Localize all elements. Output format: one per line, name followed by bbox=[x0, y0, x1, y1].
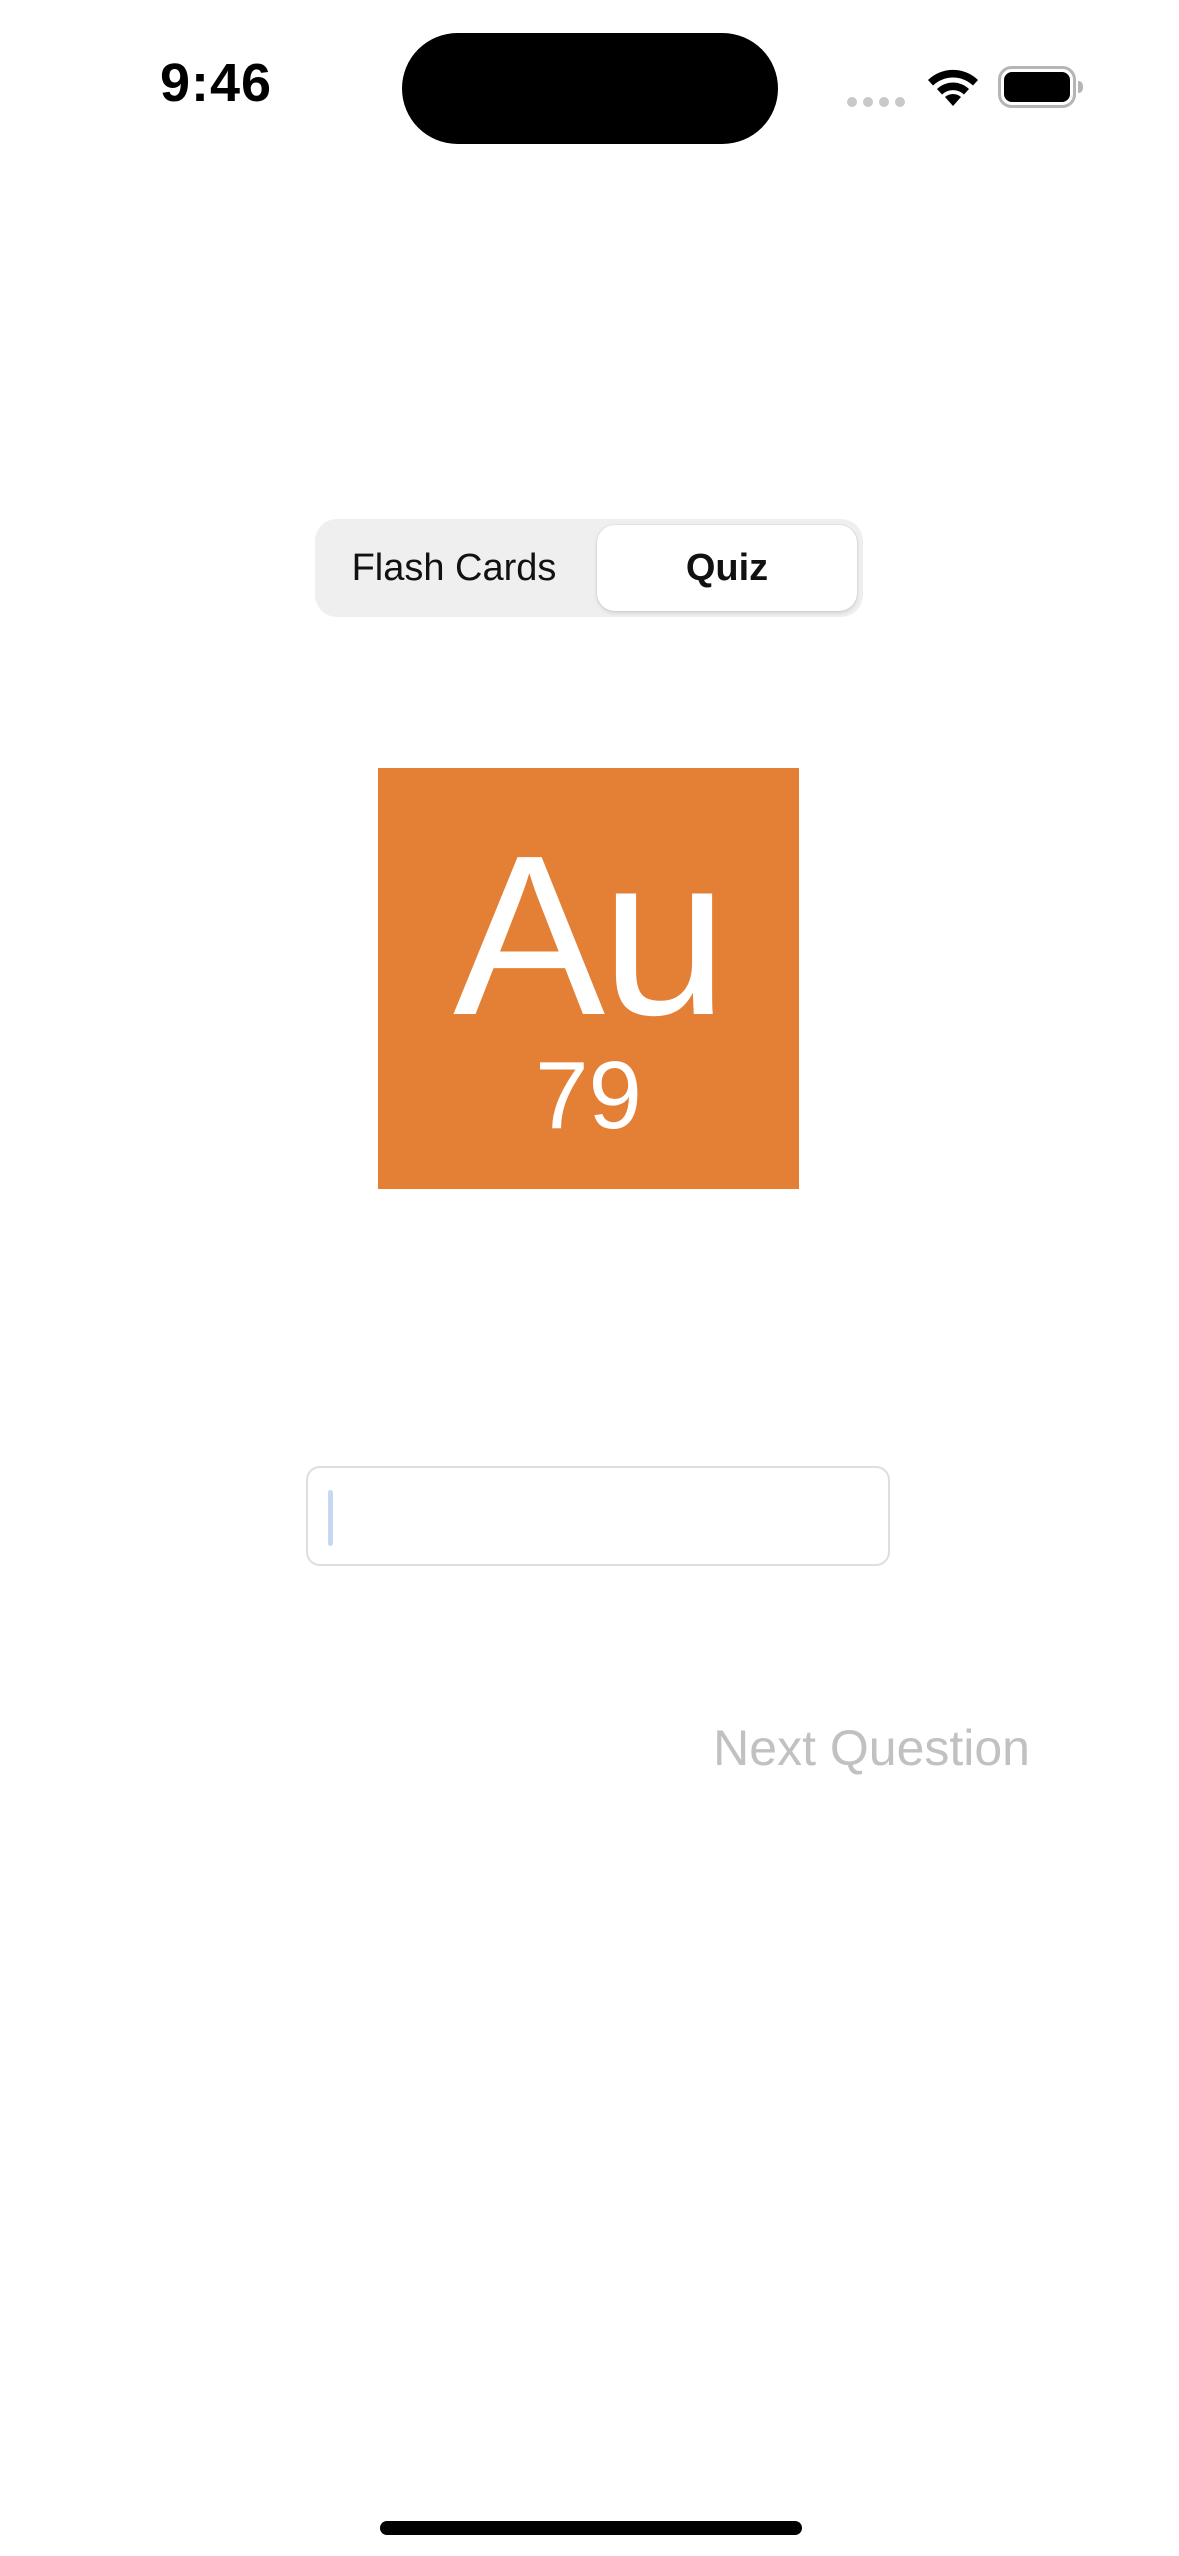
segment-quiz[interactable]: Quiz bbox=[597, 525, 857, 611]
status-time: 9:46 bbox=[160, 53, 273, 113]
element-tile: Au 79 bbox=[378, 768, 799, 1189]
battery-icon bbox=[998, 66, 1083, 108]
element-atomic-number: 79 bbox=[535, 1042, 642, 1149]
mode-segmented-control: Flash Cards Quiz bbox=[315, 519, 863, 617]
next-question-button[interactable]: Next Question bbox=[690, 1716, 1030, 1780]
home-indicator[interactable] bbox=[380, 2521, 802, 2535]
status-bar: 9:46 bbox=[0, 0, 1179, 160]
answer-field[interactable] bbox=[306, 1466, 890, 1566]
element-symbol: Au bbox=[453, 809, 728, 1063]
segment-flash-cards[interactable]: Flash Cards bbox=[321, 525, 587, 611]
cellular-signal-icon bbox=[847, 97, 905, 107]
answer-input[interactable] bbox=[326, 1480, 874, 1552]
wifi-icon bbox=[928, 69, 978, 106]
dynamic-island bbox=[402, 33, 778, 144]
